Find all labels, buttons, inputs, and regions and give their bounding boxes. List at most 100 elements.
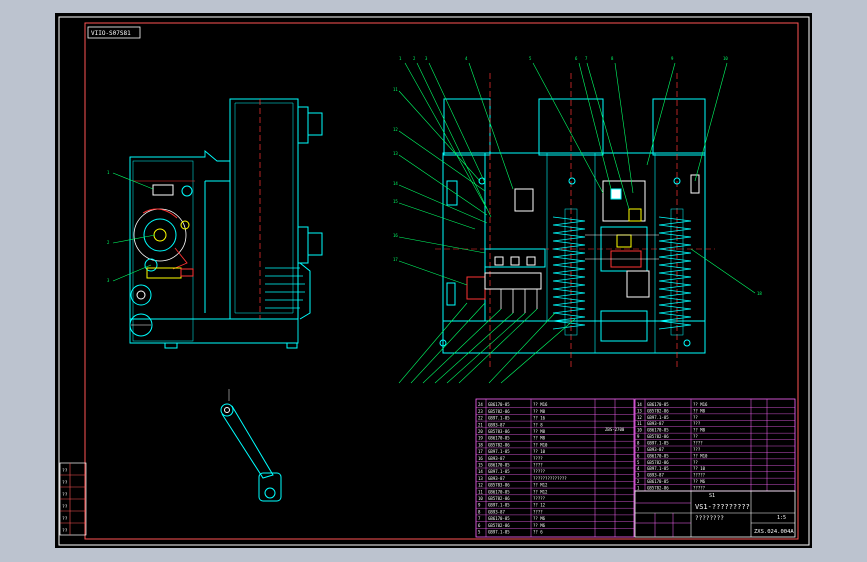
revision-block: ?? ?? ?? ?? ?? ?? xyxy=(59,462,87,536)
bom-cell: 5 xyxy=(478,530,481,535)
bom-cell: ????? xyxy=(693,473,706,478)
bom-cell: ???? xyxy=(533,509,543,514)
bom-cell: ?? 8 xyxy=(533,422,543,427)
bom-cell: GB5782-86 xyxy=(647,434,669,439)
bom-cell: 19 xyxy=(478,436,483,441)
svg-text:6: 6 xyxy=(575,56,578,61)
svg-text:2: 2 xyxy=(413,56,416,61)
svg-text:1: 1 xyxy=(107,170,110,175)
bom-cell: ???? xyxy=(693,441,703,446)
bom-cell: GB6170-85 xyxy=(488,436,510,441)
bom-cell: 7 xyxy=(478,516,481,521)
bom-cell: GB6170-85 xyxy=(647,479,669,484)
bom-cell: 14 xyxy=(637,402,642,407)
svg-text:8: 8 xyxy=(611,56,614,61)
drawing-subtitle: ???????? xyxy=(695,515,724,522)
code-stamp: VIIO-S07S81 xyxy=(91,30,131,37)
bom-cell: GB97.1-85 xyxy=(647,415,669,420)
bom-cell: ?? M16 xyxy=(693,402,708,407)
bom-cell: 11 xyxy=(637,421,642,426)
bom-cell: ?? 12 xyxy=(533,503,546,508)
bom-cell: GB93-87 xyxy=(647,447,664,452)
bom-cell: ?? M6 xyxy=(693,479,706,484)
bom-cell: 7 xyxy=(637,447,640,452)
bom-cell: GB5782-86 xyxy=(647,408,669,413)
bom-cell: 9 xyxy=(637,434,640,439)
bom-cell: ????? xyxy=(693,486,706,491)
bom-cell: ?? M8 xyxy=(533,429,546,434)
svg-text:4: 4 xyxy=(465,56,468,61)
bom-cell: 18 xyxy=(478,442,483,447)
bom-cell: GB5782-86 xyxy=(488,523,510,528)
bom-cell: GB6170-85 xyxy=(488,402,510,407)
crank-handle xyxy=(220,389,282,502)
bom-note: ZBS-2700 xyxy=(605,427,625,432)
bom-cell: GB97.1-85 xyxy=(488,530,510,535)
bom-cell: 14 xyxy=(478,469,483,474)
bom-cell: 9 xyxy=(478,503,481,508)
bom-cell: ???? xyxy=(533,456,543,461)
bom-cell: ?? xyxy=(693,460,698,465)
bom-cell: ?? M8 xyxy=(533,409,546,414)
bom-cell: ?? 6 xyxy=(533,530,543,535)
svg-text:3: 3 xyxy=(425,56,428,61)
bom-table-left: 24 GB6170-85 ?? M16 23 GB5782-86 ?? M8 22 GB97.… xyxy=(475,398,635,538)
svg-text:15: 15 xyxy=(393,199,398,204)
side-view-labels: 1 2 3 xyxy=(107,170,110,283)
bom-cell: GB6170-85 xyxy=(488,489,510,494)
bom-cell: ?? M10 xyxy=(533,442,548,447)
bom-cell: GB97.1-85 xyxy=(488,416,510,421)
bom-cell: ?? M10 xyxy=(693,453,708,458)
bom-cell: GB93-87 xyxy=(488,476,505,481)
revision-label: ?? xyxy=(62,468,68,474)
svg-text:14: 14 xyxy=(393,181,398,186)
bom-cell: 20 xyxy=(478,429,483,434)
bom-cell: ????? xyxy=(533,496,546,501)
bom-cell: ?? 10 xyxy=(533,449,546,454)
svg-text:12: 12 xyxy=(393,127,398,132)
bom-cell: ?? M16 xyxy=(533,402,548,407)
svg-text:7: 7 xyxy=(585,56,588,61)
bom-cell: 17 xyxy=(478,449,483,454)
bom-cell: 10 xyxy=(478,496,483,501)
drawing-title: VS1-????????? xyxy=(695,503,750,511)
bom-cell: 10 xyxy=(637,428,642,433)
bom-cell: 13 xyxy=(478,476,483,481)
cad-drawing: VIIO-S07S81 ?? ?? ?? ?? ?? ?? 123 1 2 3 … xyxy=(58,16,810,546)
bom-cell: GB5782-86 xyxy=(488,442,510,447)
bom-cell: 6 xyxy=(637,453,640,458)
bom-cell: GB6170-85 xyxy=(488,463,510,468)
bom-cell: 24 xyxy=(478,402,483,407)
bom-cell: 8 xyxy=(637,441,640,446)
bom-cell: 1 xyxy=(637,486,640,491)
bom-cell: GB6170-85 xyxy=(647,428,669,433)
bom-cell: ????? xyxy=(533,469,546,474)
bom-cell: GB5783-86 xyxy=(488,483,510,488)
bom-cell: GB5782-86 xyxy=(488,409,510,414)
bom-cell: GB6170-85 xyxy=(647,402,669,407)
bom-cell: ???? xyxy=(533,463,543,468)
bom-cell: 6 xyxy=(478,523,481,528)
svg-text:1: 1 xyxy=(399,56,402,61)
bom-cell: GB5782-86 xyxy=(488,496,510,501)
bom-cell: 2 xyxy=(637,479,640,484)
svg-text:18: 18 xyxy=(757,291,762,296)
svg-text:5: 5 xyxy=(529,56,532,61)
bom-cell: GB93-87 xyxy=(488,456,505,461)
bom-cell: GB93-87 xyxy=(488,422,505,427)
bom-cell: ?? 16 xyxy=(533,416,546,421)
bom-cell: 4 xyxy=(637,466,640,471)
svg-text:10: 10 xyxy=(723,56,728,61)
svg-text:13: 13 xyxy=(393,151,398,156)
bom-cell: ?? 10 xyxy=(693,466,706,471)
bom-cell: ?? xyxy=(693,434,698,439)
bom-cell: GB93-87 xyxy=(647,421,664,426)
svg-text:S1: S1 xyxy=(709,493,715,499)
revision-label: ?? xyxy=(62,516,68,522)
drawing-code: ZXS.024.004A xyxy=(754,529,794,535)
bom-cell: GB97.1-85 xyxy=(647,466,669,471)
bom-cell: ?? M12 xyxy=(533,483,548,488)
bom-cell: GB5783-86 xyxy=(488,429,510,434)
revision-label: ?? xyxy=(62,504,68,510)
front-view xyxy=(435,73,715,368)
